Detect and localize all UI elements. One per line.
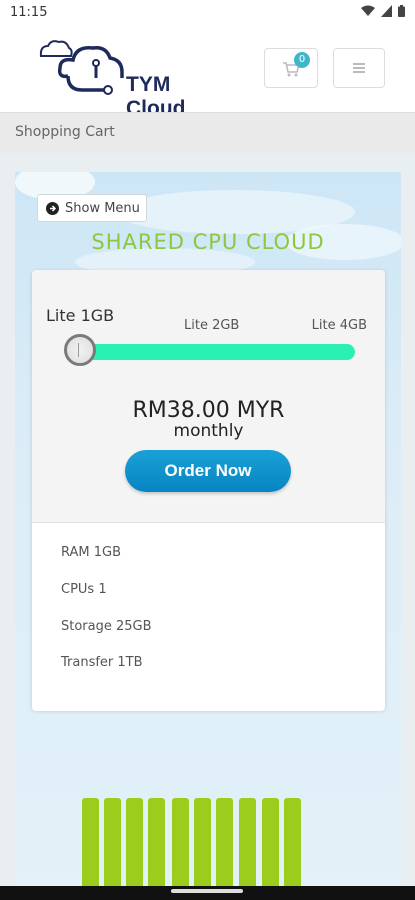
signal-icon <box>381 5 392 17</box>
server-unit <box>172 798 189 890</box>
cart-button[interactable]: 0 <box>264 48 318 88</box>
server-rack-graphic <box>82 798 302 890</box>
server-unit <box>126 798 143 890</box>
battery-icon <box>398 5 405 17</box>
menu-toggle-button[interactable] <box>333 48 385 88</box>
wifi-icon <box>361 5 375 16</box>
status-bar: 11:15 <box>0 0 415 26</box>
price: RM38.00 MYR <box>132 398 285 423</box>
spec-ram: RAM 1GB <box>61 545 122 560</box>
specs-panel: RAM 1GB CPUs 1 Storage 25GB Transfer 1TB <box>32 522 385 711</box>
plan-slider-track[interactable] <box>68 344 355 360</box>
hamburger-icon <box>353 63 365 73</box>
plan-slider-handle[interactable] <box>64 334 96 366</box>
server-unit <box>262 798 279 890</box>
breadcrumb: Shopping Cart <box>15 124 115 140</box>
spec-transfer: Transfer 1TB <box>61 655 143 670</box>
show-menu-button[interactable]: Show Menu <box>37 194 147 222</box>
spec-cpus: CPUs 1 <box>61 582 107 597</box>
arrow-circle-right-icon <box>46 201 59 215</box>
plan-option-lite-2gb[interactable]: Lite 2GB <box>184 318 239 333</box>
billing-period: monthly <box>173 421 244 441</box>
plan-option-lite-4gb[interactable]: Lite 4GB <box>312 318 367 333</box>
server-unit <box>104 798 121 890</box>
server-unit <box>284 798 301 890</box>
server-unit <box>148 798 165 890</box>
spec-storage: Storage 25GB <box>61 619 152 634</box>
status-icons <box>361 5 405 17</box>
logo[interactable]: TYM Cloud <box>38 38 208 120</box>
server-unit <box>239 798 256 890</box>
home-gesture-handle[interactable] <box>171 889 243 893</box>
hero-title: SHARED CPU CLOUD <box>91 230 325 254</box>
cart-count-badge: 0 <box>294 52 310 68</box>
order-now-button[interactable]: Order Now <box>125 450 291 492</box>
status-time: 11:15 <box>10 5 48 20</box>
system-navigation-bar <box>0 886 415 900</box>
site-header: TYM Cloud 0 <box>0 26 415 120</box>
server-unit <box>82 798 99 890</box>
server-unit <box>194 798 211 890</box>
selected-plan-label: Lite 1GB <box>46 306 115 325</box>
show-menu-label: Show Menu <box>65 200 140 216</box>
product-card: Lite 1GB Lite 2GB Lite 4GB RM38.00 MYR m… <box>32 270 385 711</box>
breadcrumb-bar: Shopping Cart <box>0 112 415 153</box>
server-unit <box>216 798 233 890</box>
